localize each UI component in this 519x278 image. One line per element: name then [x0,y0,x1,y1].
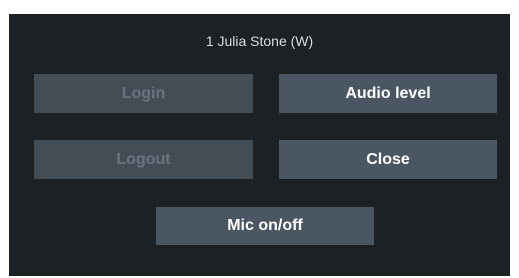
dialog-title: 1 Julia Stone (W) [205,33,314,49]
close-button[interactable]: Close [279,140,497,179]
login-button[interactable]: Login [34,74,253,113]
audio-level-button[interactable]: Audio level [279,74,497,113]
mic-toggle-button[interactable]: Mic on/off [156,207,374,245]
user-control-dialog: 1 Julia Stone (W) Login Audio level Logo… [9,14,510,276]
logout-button[interactable]: Logout [34,140,253,179]
